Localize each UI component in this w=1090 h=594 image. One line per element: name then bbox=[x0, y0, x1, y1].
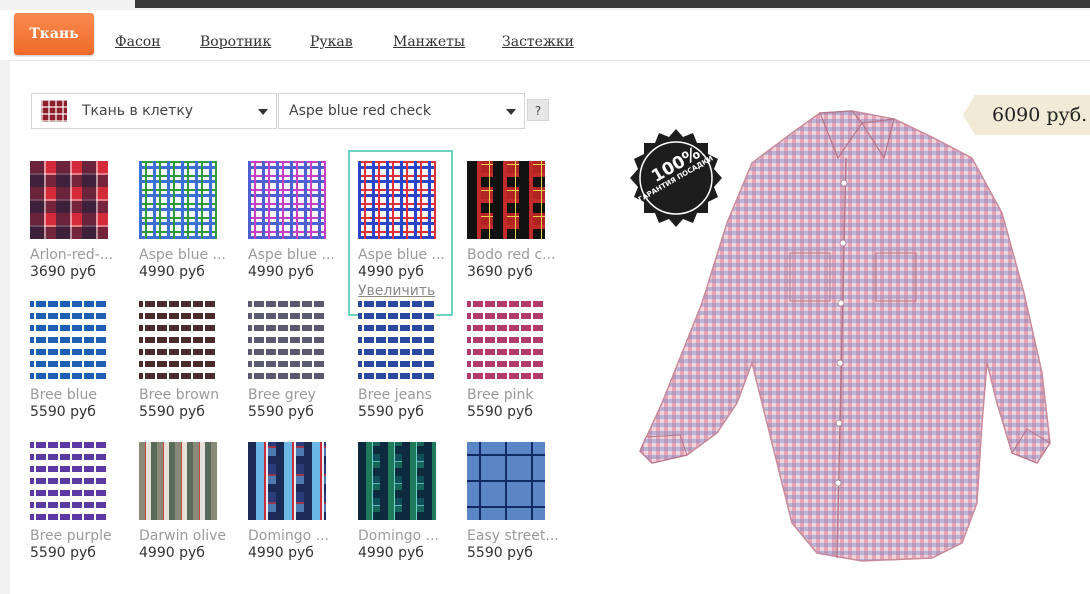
tab-bar: Ткань Фасон Воротник Рукав Манжеты Засте… bbox=[10, 10, 1090, 61]
tab-fabric[interactable]: Ткань bbox=[14, 13, 94, 55]
category-select[interactable]: Ткань в клетку bbox=[31, 93, 277, 129]
tab-cuffs[interactable]: Манжеты bbox=[393, 34, 465, 50]
fabric-card[interactable]: Darwin olive 4990 руб bbox=[139, 442, 239, 561]
category-swatch-icon bbox=[41, 100, 67, 122]
fabric-name: Arlon-red-... bbox=[30, 247, 114, 263]
top-dark-bar bbox=[135, 0, 1090, 8]
fabric-thumbnail[interactable] bbox=[467, 442, 545, 520]
fabric-thumbnail[interactable] bbox=[358, 442, 436, 520]
zoom-link[interactable]: Увеличить bbox=[358, 283, 458, 299]
fabric-price: 4990 руб bbox=[358, 545, 424, 561]
fabric-name: Easy street... bbox=[467, 528, 559, 544]
fabric-price: 5590 руб bbox=[358, 404, 424, 420]
fabric-name: Bree brown bbox=[139, 387, 219, 403]
fabric-price: 3690 руб bbox=[30, 264, 96, 280]
fabric-card[interactable]: Arlon-red-... 3690 руб bbox=[30, 161, 130, 280]
fabric-name: Domingo ... bbox=[358, 528, 439, 544]
fabric-thumbnail[interactable] bbox=[248, 161, 326, 239]
fabric-name: Darwin olive bbox=[139, 528, 227, 544]
fabric-name: Aspe blue ... bbox=[358, 247, 445, 263]
chevron-down-icon bbox=[506, 109, 516, 115]
fabric-name: Domingo ... bbox=[248, 528, 329, 544]
fabric-price: 5590 руб bbox=[467, 404, 533, 420]
fabric-select[interactable]: Aspe blue red check bbox=[278, 93, 525, 129]
fabric-card[interactable]: Bodo red c... 3690 руб bbox=[467, 161, 567, 280]
price-value: 6090 руб. bbox=[992, 104, 1088, 126]
fabric-card[interactable]: Bree grey 5590 руб bbox=[248, 301, 348, 420]
chevron-down-icon bbox=[258, 109, 268, 115]
fabric-price: 4990 руб bbox=[248, 264, 314, 280]
fabric-name: Bree blue bbox=[30, 387, 97, 403]
fabric-card[interactable]: Bree jeans 5590 руб bbox=[358, 301, 458, 420]
fabric-name: Aspe blue ... bbox=[248, 247, 335, 263]
fabric-name: Bodo red c... bbox=[467, 247, 556, 263]
fabric-card[interactable]: Domingo ... 4990 руб bbox=[248, 442, 348, 561]
fabric-name: Aspe blue ... bbox=[139, 247, 226, 263]
fabric-thumbnail[interactable] bbox=[358, 161, 436, 239]
price-tag: 6090 руб. bbox=[963, 95, 1090, 135]
tab-fasteners[interactable]: Застежки bbox=[502, 34, 574, 50]
fabric-thumbnail[interactable] bbox=[467, 301, 545, 379]
fabric-thumbnail[interactable] bbox=[30, 442, 108, 520]
fabric-name: Bree purple bbox=[30, 528, 112, 544]
fabric-price: 4990 руб bbox=[358, 264, 424, 280]
fabric-name: Bree pink bbox=[467, 387, 534, 403]
fabric-thumbnail[interactable] bbox=[139, 442, 217, 520]
fabric-price: 4990 руб bbox=[139, 264, 205, 280]
fabric-card[interactable]: Easy street... 5590 руб bbox=[467, 442, 567, 561]
fabric-thumbnail[interactable] bbox=[139, 301, 217, 379]
fabric-price: 5590 руб bbox=[467, 545, 533, 561]
fabric-thumbnail[interactable] bbox=[248, 301, 326, 379]
fabric-select-value: Aspe blue red check bbox=[289, 103, 431, 119]
fabric-price: 5590 руб bbox=[248, 404, 314, 420]
fabric-card[interactable]: Bree brown 5590 руб bbox=[139, 301, 239, 420]
fabric-price: 5590 руб bbox=[30, 404, 96, 420]
tab-style[interactable]: Фасон bbox=[115, 34, 161, 50]
fabric-card[interactable]: Bree purple 5590 руб bbox=[30, 442, 130, 561]
fabric-name: Bree grey bbox=[248, 387, 316, 403]
fabric-card[interactable]: Bree pink 5590 руб bbox=[467, 301, 567, 420]
fabric-thumbnail[interactable] bbox=[30, 161, 108, 239]
fabric-price: 4990 руб bbox=[139, 545, 205, 561]
fabric-thumbnail[interactable] bbox=[139, 161, 217, 239]
fabric-thumbnail[interactable] bbox=[248, 442, 326, 520]
fabric-price: 3690 руб bbox=[467, 264, 533, 280]
fit-guarantee-badge: 100% ГАРАНТИЯ ПОСАДКИ bbox=[625, 127, 727, 229]
fabric-price: 5590 руб bbox=[139, 404, 205, 420]
tab-sleeve[interactable]: Рукав bbox=[310, 34, 353, 50]
left-gutter bbox=[0, 60, 10, 594]
fabric-price: 4990 руб bbox=[248, 545, 314, 561]
fabric-thumbnail[interactable] bbox=[358, 301, 436, 379]
help-button[interactable]: ? bbox=[527, 99, 549, 121]
category-select-value: Ткань в клетку bbox=[82, 103, 194, 119]
tab-collar[interactable]: Воротник bbox=[200, 34, 271, 50]
fabric-card[interactable]: Bree blue 5590 руб bbox=[30, 301, 130, 420]
top-strip bbox=[0, 0, 1090, 10]
fabric-price: 5590 руб bbox=[30, 545, 96, 561]
fabric-thumbnail[interactable] bbox=[30, 301, 108, 379]
fabric-card[interactable]: Domingo ... 4990 руб bbox=[358, 442, 458, 561]
fabric-name: Bree jeans bbox=[358, 387, 432, 403]
fabric-thumbnail[interactable] bbox=[467, 161, 545, 239]
fabric-card-selected[interactable]: Aspe blue ... 4990 руб Увеличить bbox=[358, 161, 458, 299]
fabric-card[interactable]: Aspe blue ... 4990 руб bbox=[248, 161, 348, 280]
fabric-card[interactable]: Aspe blue ... 4990 руб bbox=[139, 161, 239, 280]
